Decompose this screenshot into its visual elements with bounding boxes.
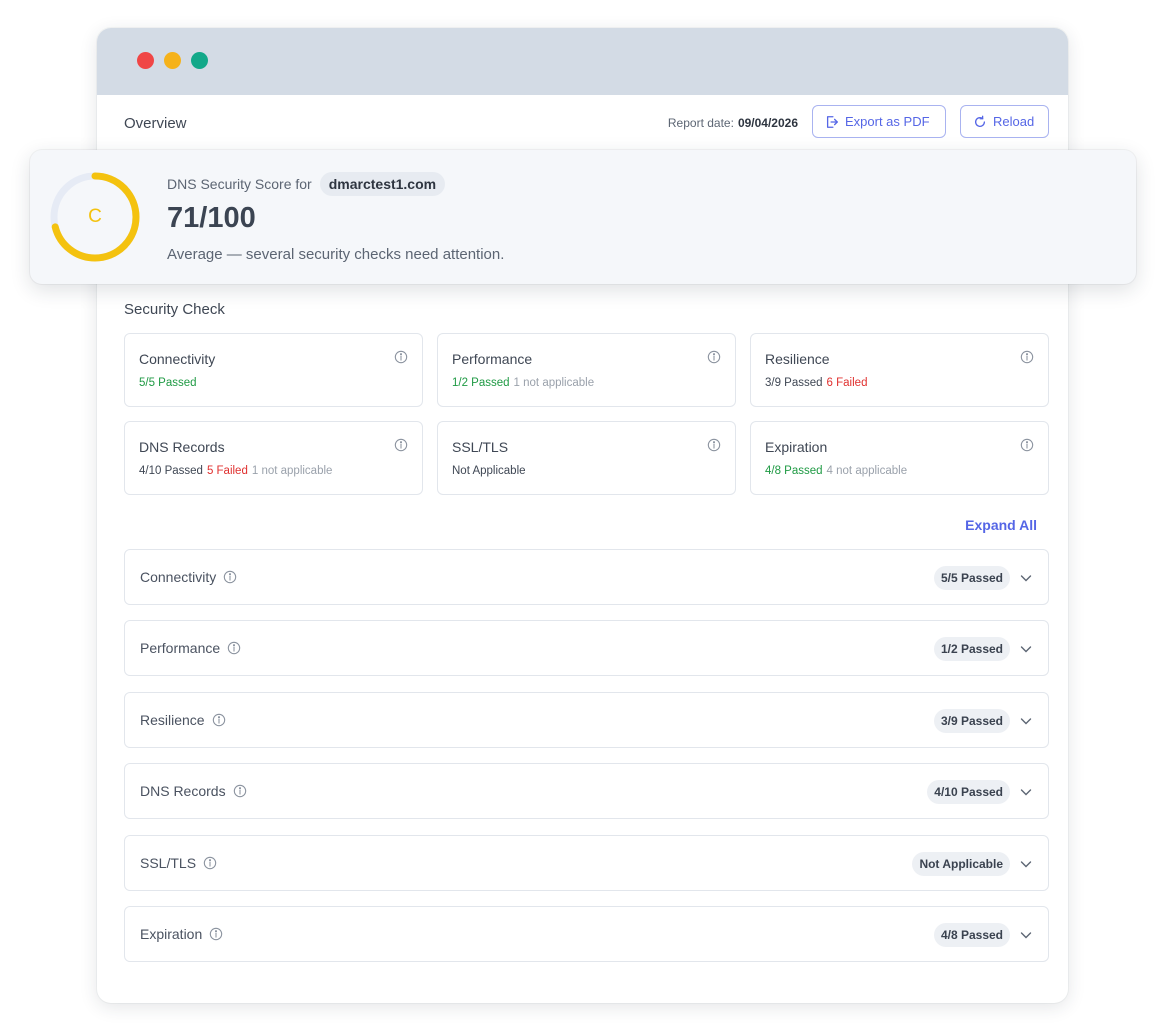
accordion-title-text: Performance	[140, 640, 221, 656]
check-na-count: 4 not applicable	[826, 465, 908, 477]
accordion-expiration[interactable]: Expiration 4/8 Passed	[124, 906, 1049, 962]
security-check-title: Security Check	[124, 301, 225, 318]
accordion-connectivity[interactable]: Connectivity 5/5 Passed	[124, 549, 1049, 605]
reload-button[interactable]: Reload	[960, 105, 1049, 138]
check-card-performance: Performance 1/2 Passed 1 not applicable	[437, 333, 736, 407]
window-maximize-dot[interactable]	[191, 52, 208, 69]
info-icon[interactable]	[707, 438, 721, 452]
score-value: 71/100	[167, 202, 256, 234]
check-passed-count: 4/10 Passed	[139, 465, 203, 477]
check-card-title: DNS Records	[139, 439, 225, 455]
accordion-title: Resilience	[140, 712, 226, 728]
accordion-ssl-tls[interactable]: SSL/TLS Not Applicable	[124, 835, 1049, 891]
check-failed-count: 6 Failed	[826, 377, 868, 389]
check-passed-count: 4/8 Passed	[765, 465, 823, 477]
chevron-down-icon[interactable]	[1020, 929, 1032, 941]
info-icon[interactable]	[233, 784, 247, 798]
accordion-resilience[interactable]: Resilience 3/9 Passed	[124, 692, 1049, 748]
export-icon	[826, 115, 838, 128]
check-card-title: Performance	[452, 351, 533, 367]
check-card-connectivity: Connectivity 5/5 Passed	[124, 333, 423, 407]
accordion-performance[interactable]: Performance 1/2 Passed	[124, 620, 1049, 676]
check-passed-count: Not Applicable	[452, 465, 526, 477]
window-close-dot[interactable]	[137, 52, 154, 69]
accordion-title-text: SSL/TLS	[140, 855, 197, 871]
check-passed-count: 5/5 Passed	[139, 377, 197, 389]
check-card-ssl-tls: SSL/TLS Not Applicable	[437, 421, 736, 495]
check-na-count: 1 not applicable	[513, 377, 595, 389]
accordion-status-badge: 4/10 Passed	[927, 780, 1010, 804]
info-icon[interactable]	[1020, 350, 1034, 364]
reload-icon	[974, 115, 986, 127]
check-card-status: 3/9 Passed 6 Failed	[765, 377, 867, 389]
info-icon[interactable]	[394, 438, 408, 452]
export-pdf-label: Export as PDF	[845, 114, 930, 129]
overview-header: Overview Report date: 09/04/2026 Export a…	[97, 95, 1068, 149]
check-card-title: Expiration	[765, 439, 828, 455]
report-date: Report date: 09/04/2026	[668, 116, 798, 130]
accordion-title: Expiration	[140, 926, 223, 942]
info-icon[interactable]	[209, 927, 223, 941]
accordion-title-text: Connectivity	[140, 569, 217, 585]
info-icon[interactable]	[223, 570, 237, 584]
accordion-status-badge: Not Applicable	[912, 852, 1010, 876]
check-card-title: SSL/TLS	[452, 439, 509, 455]
domain-pill: dmarctest1.com	[319, 172, 446, 196]
chevron-down-icon[interactable]	[1020, 715, 1032, 727]
accordion-title-text: Expiration	[140, 926, 203, 942]
check-card-status: 4/8 Passed 4 not applicable	[765, 465, 907, 477]
report-date-value: 09/04/2026	[737, 116, 798, 130]
score-grade: C	[88, 206, 102, 227]
check-card-expiration: Expiration 4/8 Passed 4 not applicable	[750, 421, 1049, 495]
check-card-status: 4/10 Passed 5 Failed 1 not applicable	[139, 465, 332, 477]
info-icon[interactable]	[227, 641, 241, 655]
chevron-down-icon[interactable]	[1020, 572, 1032, 584]
dns-score-card: C DNS Security Score for dmarctest1.com …	[30, 150, 1136, 284]
check-card-status: 1/2 Passed 1 not applicable	[452, 377, 594, 389]
accordion-title: Performance	[140, 640, 241, 656]
accordion-status-badge: 5/5 Passed	[933, 566, 1010, 590]
report-date-label: Report date:	[667, 116, 734, 130]
info-icon[interactable]	[212, 713, 226, 727]
check-card-status: 5/5 Passed	[139, 377, 197, 389]
page-title: Overview	[124, 115, 187, 132]
check-na-count: 1 not applicable	[251, 465, 333, 477]
info-icon[interactable]	[394, 350, 408, 364]
accordion-title: SSL/TLS	[140, 855, 217, 871]
score-label-text: DNS Security Score for	[167, 176, 312, 192]
chevron-down-icon[interactable]	[1020, 786, 1032, 798]
export-pdf-button[interactable]: Export as PDF	[812, 105, 946, 138]
reload-label: Reload	[993, 114, 1035, 129]
chevron-down-icon[interactable]	[1020, 643, 1032, 655]
check-card-resilience: Resilience 3/9 Passed 6 Failed	[750, 333, 1049, 407]
window-titlebar	[97, 28, 1068, 95]
expand-all-link[interactable]: Expand All	[965, 517, 1037, 533]
accordion-title-text: Resilience	[140, 712, 205, 728]
accordion-title-text: DNS Records	[140, 783, 226, 799]
check-card-dns-records: DNS Records 4/10 Passed 5 Failed 1 not app…	[124, 421, 423, 495]
check-passed-count: 1/2 Passed	[452, 377, 510, 389]
check-card-title: Connectivity	[139, 351, 216, 367]
check-card-status: Not Applicable	[452, 465, 526, 477]
score-label: DNS Security Score for dmarctest1.com	[167, 172, 446, 196]
check-card-title: Resilience	[765, 351, 830, 367]
check-passed-count: 3/9 Passed	[765, 377, 823, 389]
info-icon[interactable]	[707, 350, 721, 364]
info-icon[interactable]	[1020, 438, 1034, 452]
info-icon[interactable]	[203, 856, 217, 870]
accordion-title: DNS Records	[140, 783, 247, 799]
accordion-status-badge: 1/2 Passed	[933, 637, 1010, 661]
score-description: Average — several security checks need a…	[167, 246, 505, 263]
accordion-status-badge: 4/8 Passed	[933, 923, 1010, 947]
window-minimize-dot[interactable]	[164, 52, 181, 69]
accordion-status-badge: 3/9 Passed	[933, 709, 1010, 733]
accordion-dns-records[interactable]: DNS Records 4/10 Passed	[124, 763, 1049, 819]
check-failed-count: 5 Failed	[206, 465, 248, 477]
chevron-down-icon[interactable]	[1020, 858, 1032, 870]
accordion-title: Connectivity	[140, 569, 237, 585]
